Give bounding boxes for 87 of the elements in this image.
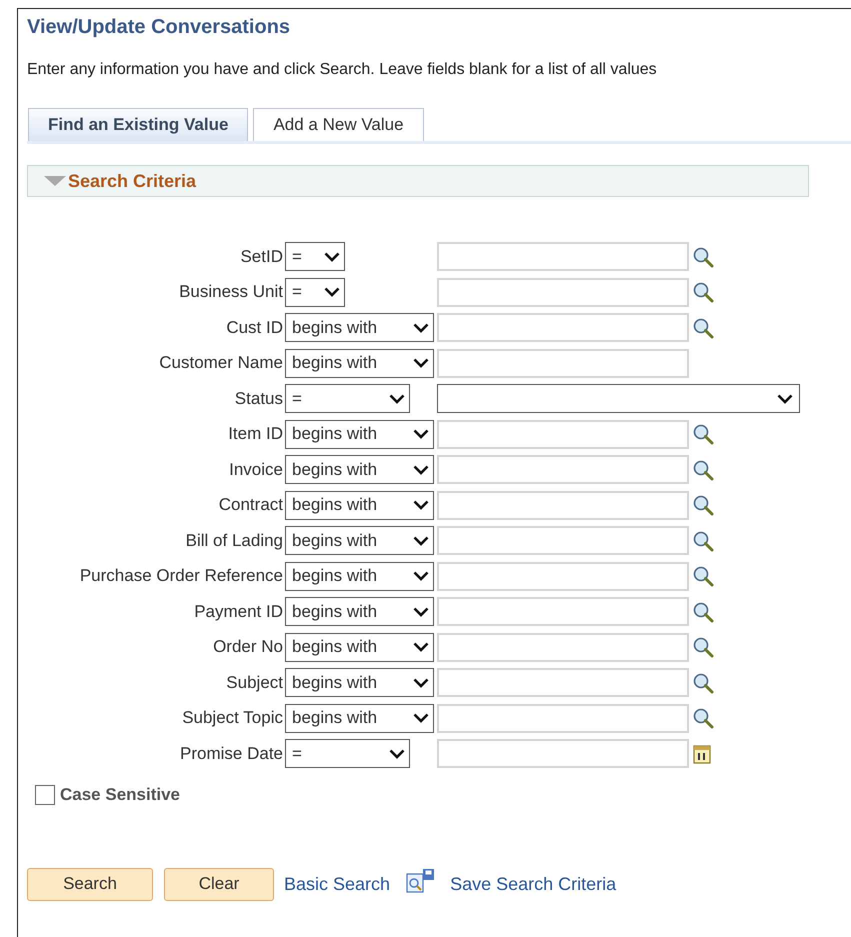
action-button[interactable]: Search <box>27 868 153 900</box>
save-search-criteria-link[interactable]: Save Search Criteria <box>450 874 616 894</box>
operator-dropdown[interactable]: = <box>285 384 410 414</box>
field-label: SetID <box>240 246 284 267</box>
input-field[interactable] <box>437 632 689 662</box>
field-label: Order No <box>213 637 284 658</box>
search-icon[interactable] <box>692 565 714 588</box>
field-label: Promise Date <box>180 744 284 764</box>
search-icon[interactable] <box>692 600 714 623</box>
chevron-down-icon <box>389 394 405 404</box>
chevron-down-icon <box>413 358 429 368</box>
chevron-down-icon <box>413 429 429 440</box>
operator-dropdown[interactable]: begins with <box>285 455 434 484</box>
operator-dropdown[interactable]: begins with <box>285 490 434 520</box>
search-icon[interactable] <box>692 707 714 730</box>
operator-dropdown[interactable]: begins with <box>285 668 434 698</box>
chevron-down-icon <box>413 678 429 688</box>
search-icon[interactable] <box>692 246 714 268</box>
operator-dropdown[interactable]: begins with <box>285 348 434 378</box>
chevron-down-icon <box>389 748 405 759</box>
tab[interactable]: Find an Existing Value <box>28 108 248 141</box>
value-dropdown[interactable] <box>437 384 800 414</box>
field-label: Subject Topic <box>182 708 284 728</box>
field-label: Status <box>234 388 284 409</box>
operator-dropdown[interactable]: begins with <box>285 526 434 556</box>
chevron-down-icon <box>324 252 340 262</box>
chevron-down-icon <box>777 394 793 404</box>
input-field[interactable] <box>437 562 689 591</box>
field-label: Purchase Order Reference <box>80 566 284 586</box>
search-icon[interactable] <box>692 530 714 552</box>
operator-dropdown[interactable]: = <box>285 242 345 272</box>
input-field[interactable] <box>437 739 689 768</box>
chevron-down-icon <box>413 571 429 582</box>
input-field[interactable] <box>437 348 689 378</box>
operator-dropdown[interactable]: begins with <box>285 420 434 449</box>
field-label: Item ID <box>228 424 284 444</box>
operator-dropdown[interactable]: begins with <box>285 313 434 342</box>
field-label: Business Unit <box>179 282 284 302</box>
search-icon[interactable] <box>692 316 714 339</box>
field-label: Invoice <box>229 460 284 480</box>
page-title: View/Update Conversations <box>27 15 292 40</box>
operator-dropdown[interactable]: = <box>285 739 410 768</box>
section-header[interactable]: Search Criteria <box>27 165 809 197</box>
basic-search-link[interactable]: Basic Search <box>284 874 390 894</box>
input-field[interactable] <box>437 455 689 484</box>
operator-dropdown[interactable]: = <box>285 278 345 307</box>
input-field[interactable] <box>437 597 689 626</box>
chevron-down-icon <box>413 536 429 546</box>
action-button[interactable]: Clear <box>164 868 274 900</box>
instructions-text: Enter any information you have and click Search. Leave fields blank for a list of all values <box>27 60 658 80</box>
operator-dropdown[interactable]: begins with <box>285 704 434 733</box>
input-field[interactable] <box>437 526 689 556</box>
search-icon[interactable] <box>692 636 714 658</box>
field-label: Customer Name <box>159 353 284 374</box>
chevron-down-icon <box>413 606 429 617</box>
chevron-down-icon <box>413 500 429 510</box>
input-field[interactable] <box>437 420 689 449</box>
field-label: Cust ID <box>226 318 284 338</box>
search-icon[interactable] <box>692 281 714 304</box>
search-icon[interactable] <box>692 494 714 516</box>
search-icon[interactable] <box>692 423 714 446</box>
field-label: Payment ID <box>194 602 284 622</box>
checkbox[interactable] <box>35 784 55 804</box>
input-field[interactable] <box>437 242 689 272</box>
input-field[interactable] <box>437 278 689 307</box>
input-field[interactable] <box>437 490 689 520</box>
operator-dropdown[interactable]: begins with <box>285 632 434 662</box>
operator-dropdown[interactable]: begins with <box>285 597 434 626</box>
calendar-icon[interactable] <box>692 742 712 765</box>
checkbox-label: Case Sensitive <box>60 784 180 804</box>
field-label: Subject <box>226 672 284 693</box>
search-icon[interactable] <box>692 458 714 481</box>
chevron-down-icon <box>413 642 429 652</box>
chevron-down-icon <box>413 464 429 475</box>
operator-dropdown[interactable]: begins with <box>285 562 434 591</box>
section-title: Search Criteria <box>68 170 196 192</box>
field-label: Contract <box>218 495 284 516</box>
input-field[interactable] <box>437 668 689 698</box>
chevron-down-icon <box>324 287 340 298</box>
input-field[interactable] <box>437 313 689 342</box>
tab[interactable]: Add a New Value <box>253 108 424 141</box>
chevron-down-icon <box>413 713 429 724</box>
save-search-icon[interactable] <box>406 868 436 894</box>
field-label: Bill of Lading <box>186 530 284 551</box>
chevron-down-icon <box>413 322 429 333</box>
search-icon[interactable] <box>692 672 714 694</box>
input-field[interactable] <box>437 704 689 733</box>
